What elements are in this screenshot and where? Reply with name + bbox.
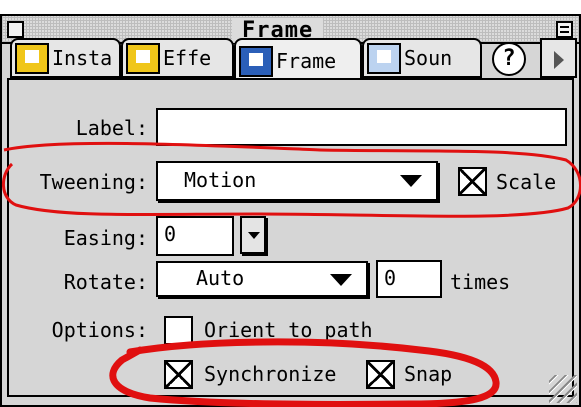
annotation-circle-tweening	[2, 141, 581, 218]
annotation-circle-sync-snap	[109, 338, 500, 407]
red-annotation-marks	[2, 141, 581, 407]
